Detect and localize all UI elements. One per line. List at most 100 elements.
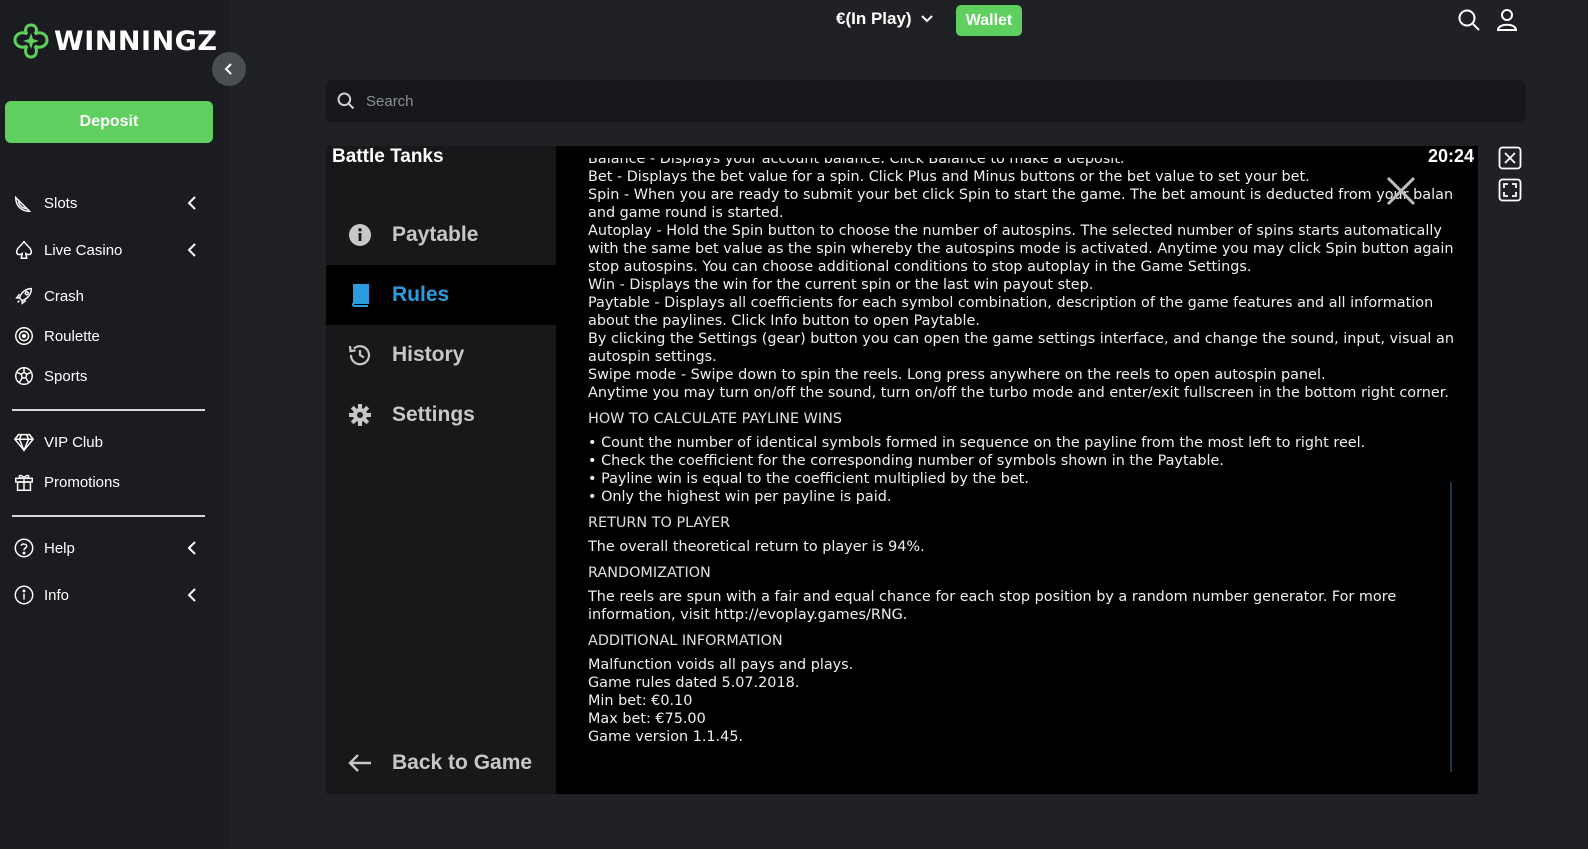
menu-item-history[interactable]: History	[326, 325, 556, 385]
collapse-sidebar-button[interactable]	[212, 52, 246, 86]
clover-logo-icon	[13, 23, 49, 59]
menu-item-settings[interactable]: Settings	[326, 385, 556, 445]
info-icon	[12, 583, 36, 607]
close-game-icon[interactable]	[1498, 146, 1522, 175]
user-icon[interactable]	[1496, 8, 1518, 37]
game-clock: 20:24	[1427, 146, 1474, 166]
additional-info-heading: ADDITIONAL INFORMATION	[588, 633, 783, 649]
search-input[interactable]	[366, 92, 1466, 110]
diamond-icon	[12, 430, 36, 454]
sidebar-item-slots[interactable]: Slots	[12, 188, 207, 218]
brand-name: WINNINGZ	[54, 25, 218, 57]
back-to-game-label: Back to Game	[392, 751, 533, 774]
game-title: Battle Tanks	[332, 146, 444, 167]
game-frame[interactable]: Paytable Rules History Settings Back to …	[326, 146, 1478, 794]
sidebar-item-label: Promotions	[44, 473, 120, 491]
rules-line: about the paylines. Click Info button to…	[588, 313, 980, 329]
rules-scrollbar[interactable]	[1450, 482, 1452, 772]
sidebar-item-help[interactable]: Help	[12, 533, 207, 563]
close-rules-icon[interactable]	[1384, 174, 1418, 213]
menu-item-rules[interactable]: Rules	[326, 265, 556, 325]
spade-icon	[12, 238, 36, 262]
rules-line: The reels are spun with a fair and equal…	[588, 589, 1397, 605]
sidebar-item-label: Live Casino	[44, 241, 123, 259]
chevron-left-icon[interactable]	[185, 587, 199, 603]
menu-item-label: Paytable	[392, 223, 479, 246]
game-menu-panel: Paytable Rules History Settings Back to …	[326, 146, 556, 794]
rules-line: • Count the number of identical symbols …	[588, 435, 1366, 451]
rules-line: Win - Displays the win for the current s…	[588, 277, 1094, 293]
wallet-button[interactable]: Wallet	[956, 5, 1022, 36]
rules-line: autospin settings.	[588, 349, 717, 365]
sidebar-item-label: Roulette	[44, 327, 100, 345]
menu-item-label: Settings	[392, 403, 475, 426]
rules-intro: Balance - Displays your account balance.…	[588, 158, 1454, 402]
rules-line: Min bet: €0.10	[588, 693, 693, 709]
info-circle-icon	[346, 221, 374, 249]
search-icon[interactable]	[1457, 8, 1481, 37]
rules-line: The overall theoretical return to player…	[588, 539, 925, 555]
sidebar-item-vip-club[interactable]: VIP Club	[12, 427, 207, 457]
gift-icon	[12, 470, 36, 494]
rules-line: information, visit http://evoplay.games/…	[588, 607, 908, 623]
rtp-heading: RETURN TO PLAYER	[588, 515, 731, 531]
rules-text-panel[interactable]: Balance - Displays your account balance.…	[588, 158, 1454, 788]
history-icon	[346, 341, 374, 369]
menu-item-label: History	[392, 343, 465, 366]
book-icon	[346, 281, 374, 309]
sidebar-item-label: Sports	[44, 367, 88, 385]
sidebar-divider	[12, 515, 205, 517]
roulette-icon	[12, 324, 36, 348]
back-to-game-button[interactable]: Back to Game	[326, 743, 556, 783]
soccer-ball-icon	[12, 364, 36, 388]
question-icon	[12, 536, 36, 560]
sidebar-item-label: Help	[44, 539, 75, 557]
sidebar-item-live-casino[interactable]: Live Casino	[12, 235, 207, 265]
search-icon	[337, 92, 355, 110]
sidebar-item-crash[interactable]: Crash	[12, 281, 207, 311]
fullscreen-icon[interactable]	[1498, 178, 1522, 207]
menu-item-label: Rules	[392, 283, 450, 306]
balance-value: €(In Play)	[836, 9, 912, 28]
rules-line: Game version 1.1.45.	[588, 729, 744, 745]
rules-line: • Only the highest win per payline is pa…	[588, 489, 892, 505]
sidebar-item-promotions[interactable]: Promotions	[12, 467, 207, 497]
rules-line: Malfunction voids all pays and plays.	[588, 657, 854, 673]
rocket-icon	[12, 284, 36, 308]
rules-line: Game rules dated 5.07.2018.	[588, 675, 800, 691]
rules-line: Swipe mode - Swipe down to spin the reel…	[588, 367, 1326, 383]
rules-line: Paytable - Displays all coefficients for…	[588, 295, 1434, 311]
rules-line: Balance - Displays your account balance.…	[588, 158, 1125, 167]
sidebar-divider	[12, 409, 205, 411]
chevron-down-icon	[920, 15, 933, 23]
menu-item-paytable[interactable]: Paytable	[326, 205, 556, 265]
arrow-left-icon	[346, 749, 374, 777]
rules-line: Bet - Displays the bet value for a spin.…	[588, 169, 1310, 185]
sidebar: WINNINGZ Deposit Slots Live Casino Crash…	[0, 0, 229, 849]
gear-icon	[346, 401, 374, 429]
sidebar-item-label: Info	[44, 586, 70, 604]
balance-dropdown[interactable]: €(In Play)	[836, 9, 934, 29]
search-bar[interactable]	[326, 80, 1526, 122]
chevron-left-icon[interactable]	[185, 195, 199, 211]
randomization-heading: RANDOMIZATION	[588, 565, 711, 581]
rules-line: Max bet: €75.00	[588, 711, 706, 727]
rules-line: and game round is started.	[588, 205, 784, 221]
sidebar-item-info[interactable]: Info	[12, 580, 207, 610]
deposit-button[interactable]: Deposit	[5, 101, 213, 143]
sidebar-item-roulette[interactable]: Roulette	[12, 321, 207, 351]
rules-line: stop autospins. You can choose additiona…	[588, 259, 1252, 275]
watermelon-icon	[12, 191, 36, 215]
rules-line: • Check the coefficient for the correspo…	[588, 453, 1224, 469]
sidebar-item-label: VIP Club	[44, 433, 103, 451]
rules-line: By clicking the Settings (gear) button y…	[588, 331, 1454, 347]
sidebar-item-sports[interactable]: Sports	[12, 361, 207, 391]
brand-logo[interactable]: WINNINGZ	[12, 22, 217, 60]
chevron-left-icon[interactable]	[185, 242, 199, 258]
chevron-left-icon[interactable]	[185, 540, 199, 556]
sidebar-item-label: Slots	[44, 194, 78, 212]
rules-line: with the same bet value as the spin wher…	[588, 241, 1454, 257]
payline-heading: HOW TO CALCULATE PAYLINE WINS	[588, 411, 843, 427]
rules-line: • Payline win is equal to the coefficien…	[588, 471, 1029, 487]
sidebar-item-label: Crash	[44, 287, 85, 305]
